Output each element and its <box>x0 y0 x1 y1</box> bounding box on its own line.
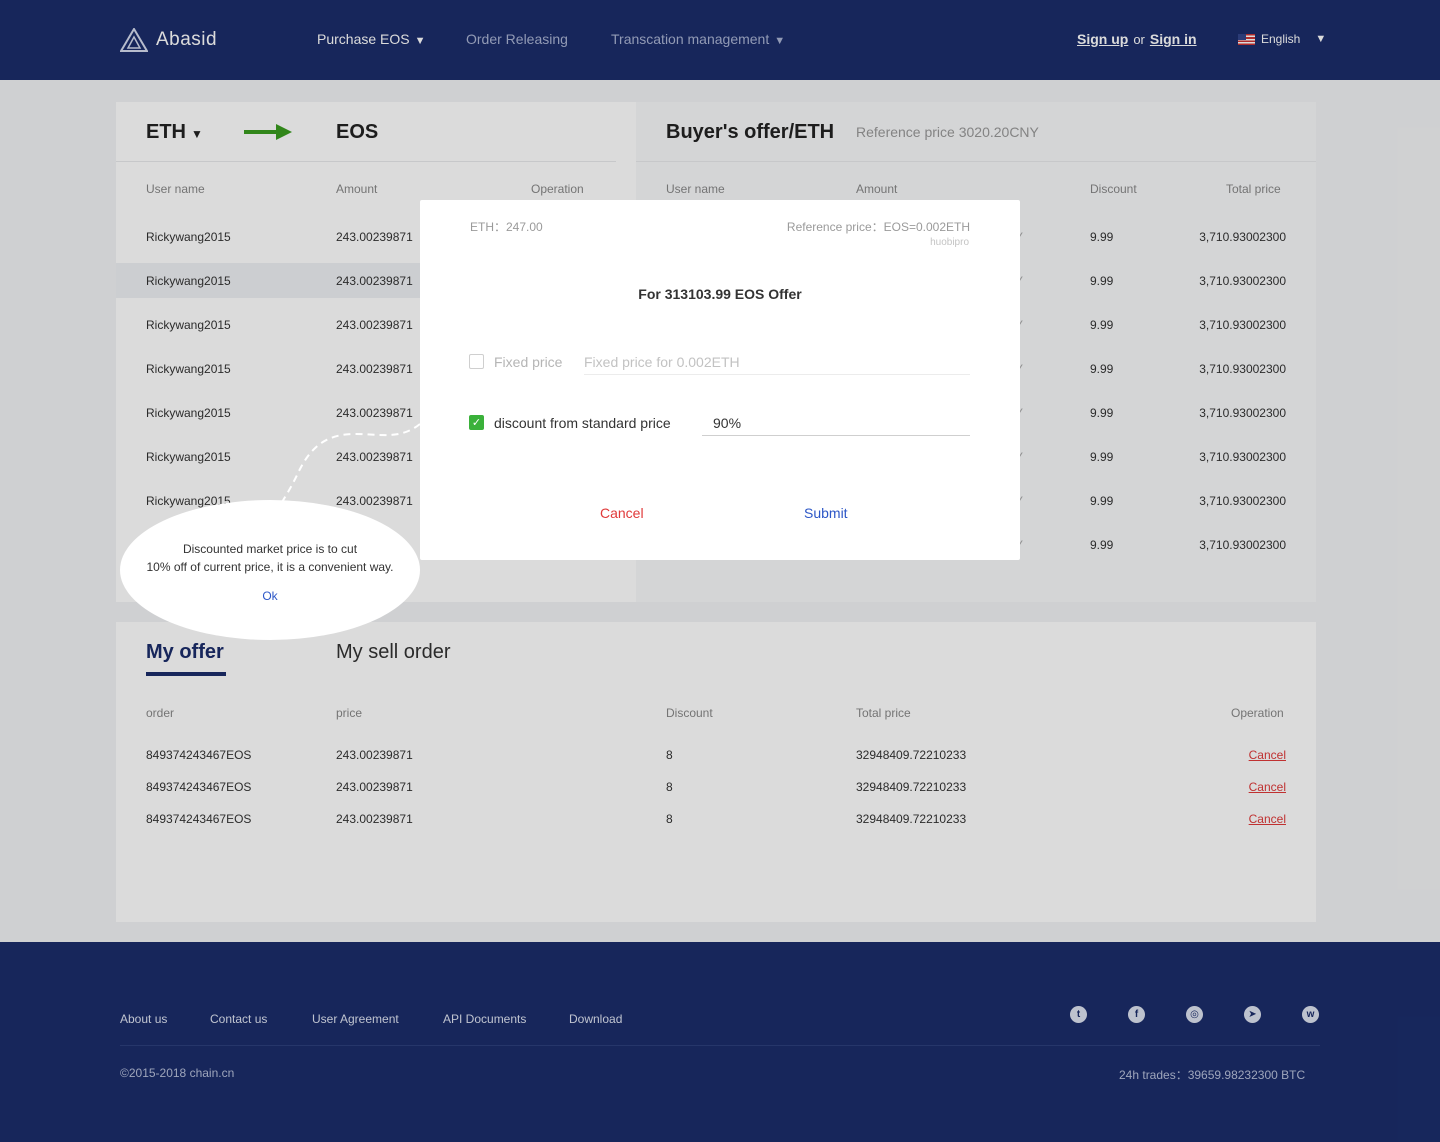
offer-modal <box>420 200 1020 560</box>
fixed-price-label: Fixed price <box>494 354 563 370</box>
discount-checkbox[interactable]: ✓ <box>469 415 484 430</box>
discount-label: discount from standard price <box>494 415 671 431</box>
discount-input[interactable]: 90% <box>713 415 741 431</box>
eth-balance: ETH：247.00 <box>470 220 543 234</box>
price-source: huobipro <box>930 237 969 248</box>
submit-button[interactable]: Submit <box>804 505 848 521</box>
modal-reference-price: Reference price：EOS=0.002ETH <box>786 220 970 234</box>
cancel-button[interactable]: Cancel <box>600 505 644 521</box>
tooltip-line-2: 10% off of current price, it is a conven… <box>146 560 394 574</box>
fixed-price-underline <box>584 374 970 375</box>
tooltip-connector <box>279 423 421 507</box>
tooltip-line-1: Discounted market price is to cut <box>182 542 358 556</box>
tooltip-ok-button[interactable]: Ok <box>120 589 420 603</box>
discount-underline <box>702 435 970 436</box>
fixed-price-input[interactable]: Fixed price for 0.002ETH <box>584 354 740 370</box>
modal-title: For 313103.99 EOS Offer <box>638 286 802 302</box>
fixed-price-checkbox[interactable] <box>469 354 484 369</box>
